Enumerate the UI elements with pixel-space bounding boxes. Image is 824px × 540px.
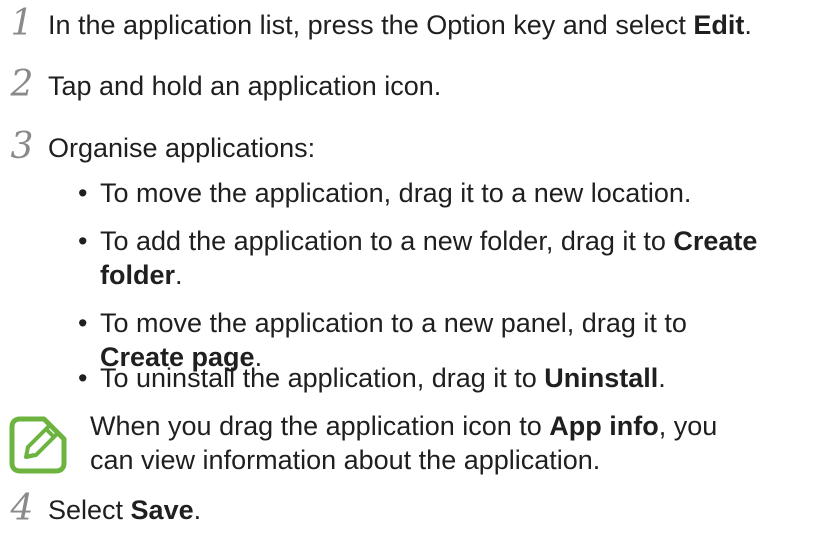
step-text-bold: Edit bbox=[693, 10, 745, 40]
note-pencil-icon bbox=[6, 413, 70, 477]
bullet-text-pre: To uninstall the application, drag it to bbox=[100, 363, 545, 393]
bullet-text: To add the application to a new folder, … bbox=[100, 224, 820, 292]
step-number: 4 bbox=[10, 488, 34, 529]
step-text: Organise applications: bbox=[48, 133, 316, 163]
step-number: 1 bbox=[10, 3, 34, 44]
step-text-bold: Save bbox=[130, 495, 194, 525]
note-text-line2: can view information about the applicati… bbox=[90, 445, 601, 475]
bullet-text-post: . bbox=[175, 260, 183, 290]
step-number: 2 bbox=[10, 64, 34, 105]
bullet-text-bold: Uninstall bbox=[544, 363, 659, 393]
step-text: Select Save. bbox=[48, 493, 201, 527]
step-text-post: . bbox=[744, 10, 752, 40]
bullet-dot: • bbox=[78, 226, 88, 256]
note-text-pre: When you drag the application icon to bbox=[90, 411, 550, 441]
step-text-pre: In the application list, press the Optio… bbox=[48, 10, 694, 40]
note-text-post: , you bbox=[658, 411, 718, 441]
step-text: Tap and hold an application icon. bbox=[48, 71, 442, 101]
bullet-text: To uninstall the application, drag it to… bbox=[100, 361, 820, 395]
note-text: When you drag the application icon to Ap… bbox=[90, 409, 810, 477]
bullet-dot: • bbox=[78, 308, 88, 338]
step-text-post: . bbox=[193, 495, 202, 525]
bullet-text-pre: To move the application to a new panel, … bbox=[100, 308, 687, 338]
note-text-bold: App info bbox=[549, 411, 659, 441]
instruction-page: 1 In the application list, press the Opt… bbox=[0, 0, 824, 540]
bullet-text-post: . bbox=[658, 363, 666, 393]
step-text: In the application list, press the Optio… bbox=[48, 8, 752, 42]
bullet-text-pre: To add the application to a new folder, … bbox=[100, 226, 674, 256]
bullet-text-bold: Create bbox=[673, 226, 758, 256]
bullet-text: To move the application, drag it to a ne… bbox=[100, 178, 692, 208]
bullet-dot: • bbox=[78, 178, 88, 208]
step-text-pre: Select bbox=[48, 495, 131, 525]
bullet-dot: • bbox=[78, 363, 88, 393]
step-number: 3 bbox=[10, 126, 34, 167]
bullet-text-bold: folder bbox=[100, 260, 176, 290]
